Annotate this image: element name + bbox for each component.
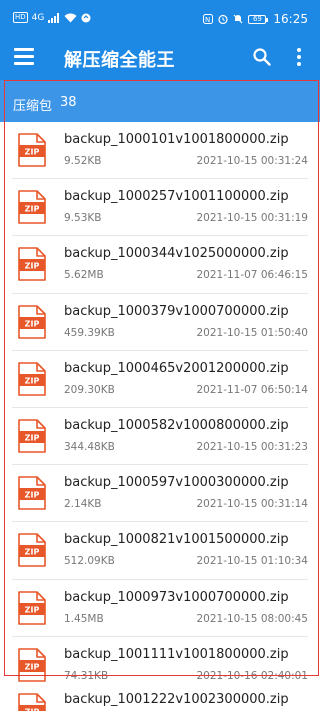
file-name: backup_1000973v1000700000.zip	[64, 589, 289, 605]
file-row[interactable]: ZIP backup_1000821v1001500000.zip 512.09KB…	[12, 522, 308, 580]
file-size: 209.30KB	[64, 383, 115, 396]
file-name: backup_1000582v1000800000.zip	[64, 417, 289, 433]
zip-file-icon: ZIP	[18, 361, 46, 396]
file-date: 2021-10-15 00:31:24	[196, 155, 308, 167]
file-size: 9.53KB	[64, 212, 102, 225]
svg-text:ZIP: ZIP	[25, 548, 40, 557]
section-label: 压缩包	[13, 99, 53, 114]
mute-icon	[233, 14, 243, 24]
app-bar: 解压缩全能王	[0, 36, 320, 80]
zip-file-icon: ZIP	[18, 590, 46, 625]
file-name: backup_1000597v1000300000.zip	[64, 475, 289, 491]
file-date: 2021-10-15 08:00:45	[196, 612, 308, 625]
section-count: 38	[60, 95, 77, 110]
svg-text:ZIP: ZIP	[25, 319, 40, 328]
file-row[interactable]: ZIP backup_1000973v1000700000.zip 1.45MB 20…	[12, 579, 308, 637]
file-row[interactable]: ZIP backup_1000465v2001200000.zip 209.30KB…	[12, 350, 308, 408]
file-size: 344.48KB	[64, 440, 115, 453]
hd-badge: HD	[13, 12, 28, 23]
file-row[interactable]: ZIP backup_1000344v1025000000.zip 5.62MB 20…	[12, 236, 308, 294]
file-row[interactable]: ZIP backup_1001222v1002300000.zip	[12, 682, 308, 711]
file-size: 512.09KB	[64, 555, 115, 568]
file-date: 2021-11-07 06:46:15	[196, 269, 308, 282]
zip-file-icon: ZIP	[18, 647, 46, 682]
file-size: 459.39KB	[64, 326, 115, 339]
file-date: 2021-11-07 06:50:14	[196, 383, 308, 396]
file-name: backup_1000465v2001200000.zip	[64, 360, 289, 376]
file-name: backup_1000821v1001500000.zip	[64, 532, 289, 548]
file-name: backup_1000257v1001100000.zip	[64, 189, 289, 205]
zip-file-icon: ZIP	[18, 533, 46, 568]
zip-file-icon: ZIP	[18, 133, 46, 167]
file-name: backup_1000344v1025000000.zip	[64, 246, 289, 262]
zip-file-icon: ZIP	[18, 693, 46, 711]
svg-text:ZIP: ZIP	[25, 491, 40, 500]
svg-text:N: N	[205, 16, 210, 24]
file-row[interactable]: ZIP backup_1000582v1000800000.zip 344.48KB…	[12, 407, 308, 466]
file-size: 1.45MB	[64, 612, 104, 625]
app-title: 解压缩全能王	[64, 50, 175, 71]
signal-indicator: 4G	[31, 12, 45, 23]
file-row[interactable]: ZIP backup_1000379v1000700000.zip 459.39KB…	[12, 293, 308, 351]
file-size: 74.31KB	[64, 669, 109, 682]
file-date: 2021-10-15 01:10:34	[196, 555, 308, 568]
file-list-overflow: ZIP backup_1001222v1002300000.zip	[0, 682, 320, 711]
zip-file-icon: ZIP	[18, 190, 46, 224]
status-bar: HD 4G N 69 16:25	[0, 0, 320, 36]
file-name: backup_1001111v1001800000.zip	[64, 646, 289, 662]
battery-icon: 69	[248, 14, 269, 24]
file-date: 2021-10-16 02:40:01	[196, 669, 308, 682]
file-row[interactable]: ZIP backup_1000101v1001800000.zip 9.52KB 20…	[12, 122, 308, 180]
section-header: 压缩包 38	[0, 80, 320, 122]
file-name: backup_1000379v1000700000.zip	[64, 303, 289, 319]
nfc-icon: N	[203, 14, 214, 24]
svg-text:ZIP: ZIP	[25, 148, 40, 157]
zip-file-icon: ZIP	[18, 419, 46, 453]
svg-text:ZIP: ZIP	[25, 376, 40, 385]
file-date: 2021-10-15 01:50:40	[196, 326, 308, 339]
file-date: 2021-10-15 00:31:19	[196, 212, 308, 225]
svg-text:ZIP: ZIP	[25, 262, 40, 271]
file-row[interactable]: ZIP backup_1000257v1001100000.zip 9.53KB 20…	[12, 179, 308, 237]
file-list: ZIP backup_1000101v1001800000.zip 9.52KB 20…	[0, 122, 320, 694]
file-date: 2021-10-15 00:31:14	[196, 498, 308, 511]
more-vertical-icon[interactable]	[296, 48, 302, 68]
file-name: backup_1000101v1001800000.zip	[64, 132, 289, 147]
file-size: 5.62MB	[64, 269, 104, 282]
app-notification-icon	[81, 13, 91, 22]
svg-text:ZIP: ZIP	[25, 708, 40, 711]
status-time: 16:25	[273, 12, 308, 26]
alarm-icon	[218, 14, 229, 24]
file-size: 2.14KB	[64, 498, 102, 511]
zip-file-icon: ZIP	[18, 247, 46, 282]
file-row[interactable]: ZIP backup_1000597v1000300000.zip 2.14KB 20…	[12, 465, 308, 523]
wifi-icon	[64, 13, 77, 22]
signal-bars-icon	[48, 12, 60, 23]
file-size: 9.52KB	[64, 155, 102, 167]
zip-file-icon: ZIP	[18, 476, 46, 510]
search-icon[interactable]	[252, 47, 272, 67]
menu-icon[interactable]	[14, 48, 34, 66]
zip-file-icon: ZIP	[18, 304, 46, 339]
svg-text:ZIP: ZIP	[25, 605, 40, 614]
svg-text:ZIP: ZIP	[25, 662, 40, 671]
svg-text:ZIP: ZIP	[25, 205, 40, 214]
svg-text:ZIP: ZIP	[25, 433, 40, 442]
file-date: 2021-10-15 00:31:23	[196, 440, 308, 453]
file-name: backup_1001222v1002300000.zip	[64, 692, 289, 707]
